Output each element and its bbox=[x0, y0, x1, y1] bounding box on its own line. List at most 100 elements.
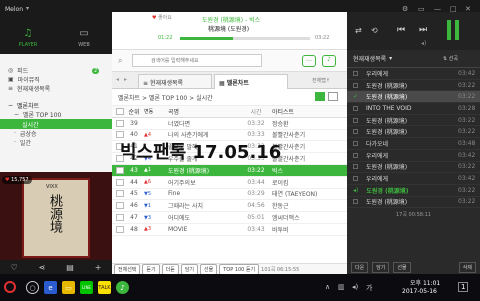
sidebar-item-rising[interactable]: · 급상승 bbox=[0, 129, 112, 138]
playlist-item[interactable]: ◂) 도원경 (桃源境) 03:22 bbox=[347, 185, 480, 197]
search-input[interactable] bbox=[132, 54, 262, 67]
sidebar-section-chart[interactable]: − 멜론차트 bbox=[0, 101, 112, 110]
row-title[interactable]: 어디에도 bbox=[168, 213, 240, 222]
row-artist[interactable]: 빅스 bbox=[272, 166, 320, 175]
column-header-time[interactable]: 시간 bbox=[240, 107, 272, 116]
column-header-artist[interactable]: 아티스트 bbox=[272, 107, 320, 116]
gift-button[interactable]: 선물 bbox=[200, 263, 218, 275]
line-icon[interactable]: LINE bbox=[80, 281, 93, 294]
row-artist[interactable]: 비투비 bbox=[272, 225, 320, 234]
music-search-icon[interactable]: ♪ bbox=[322, 55, 336, 67]
tab-web[interactable]: ▭ WEB bbox=[56, 22, 112, 54]
playlist-item[interactable]: 도원경 (桃源境) 03:22 bbox=[347, 115, 480, 127]
tab-melonchart[interactable]: ▦ 멜론차트 bbox=[214, 74, 288, 89]
gift-button[interactable]: 선물 bbox=[393, 261, 411, 273]
tray-chevron-icon[interactable]: ∧ bbox=[325, 283, 330, 291]
playlist-item[interactable]: 우리에게 03:42 bbox=[347, 173, 480, 185]
network-icon[interactable]: ▥ bbox=[338, 283, 345, 291]
playlist-item[interactable]: 도원경 (桃源境) 03:22 bbox=[347, 126, 480, 139]
lyrics-icon[interactable]: ▤ bbox=[66, 263, 74, 272]
row-title[interactable]: 그때라는 사치 bbox=[168, 201, 240, 210]
add-play-button[interactable]: 더듣 bbox=[161, 263, 179, 275]
list-view-icon[interactable] bbox=[315, 92, 325, 101]
search-icon[interactable]: ⌕ bbox=[118, 56, 122, 66]
select-all-button[interactable]: 전체선택 bbox=[114, 263, 141, 275]
chevron-down-icon[interactable]: ▾ bbox=[389, 55, 392, 62]
playlist-item[interactable]: 도원경 (桃源境) 03:22 bbox=[347, 80, 480, 92]
row-checkbox[interactable] bbox=[116, 178, 124, 186]
column-header-title[interactable]: 곡명 bbox=[168, 107, 240, 116]
table-row[interactable]: 45 ▼5 Fine 03:29 태연 (TAEYEON) bbox=[112, 189, 347, 201]
row-artist[interactable]: 정승환 bbox=[272, 119, 320, 128]
like-toggle[interactable]: ♥ 좋아요 bbox=[152, 14, 172, 21]
column-header-rank[interactable]: 순위 bbox=[124, 107, 144, 116]
heart-icon[interactable]: ♡ bbox=[10, 263, 17, 272]
pause-icon[interactable] bbox=[447, 20, 451, 40]
playlist-item[interactable]: INTO THE VOID 03:28 bbox=[347, 103, 480, 115]
notification-icon[interactable]: 1 bbox=[458, 282, 469, 292]
row-checkbox[interactable] bbox=[116, 225, 124, 233]
play-top100-button[interactable]: TOP 100 듣기 bbox=[219, 263, 260, 275]
tab-back-icon[interactable]: ◂ bbox=[116, 76, 119, 83]
row-artist[interactable]: 엠씨더맥스 bbox=[272, 213, 320, 222]
clock-date[interactable]: 2017-05-16 bbox=[402, 288, 437, 295]
delete-button[interactable]: 삭제 bbox=[458, 261, 476, 273]
sidebar-item-mymusic[interactable]: ▣ 마이뮤직 bbox=[0, 75, 112, 84]
repeat-icon[interactable]: ⟲ bbox=[371, 26, 378, 35]
ime-indicator[interactable]: 가 bbox=[366, 283, 372, 293]
next-icon[interactable]: ⏭ bbox=[419, 25, 427, 35]
table-row[interactable]: 46 ▼1 그때라는 사치 04:56 한동근 bbox=[112, 200, 347, 213]
playlist-title[interactable]: 현재재생목록 bbox=[353, 54, 386, 63]
tab-player[interactable]: ♫ PLAYER bbox=[0, 22, 56, 54]
playlist-item[interactable]: 다가오네 03:48 bbox=[347, 138, 480, 150]
row-checkbox[interactable] bbox=[116, 214, 124, 222]
row-artist[interactable]: 태연 (TAEYEON) bbox=[272, 189, 320, 198]
table-row[interactable]: 48 ▲3 MOVIE 03:43 비투비 bbox=[112, 224, 347, 236]
shuffle-icon[interactable]: ⇄ bbox=[355, 26, 362, 35]
melon-icon[interactable]: ♪ bbox=[116, 281, 129, 294]
play-button[interactable]: 듣기 bbox=[142, 263, 160, 275]
album-art[interactable]: VIXX 桃源境 ♥ 15,757 bbox=[0, 172, 112, 260]
all-tabs-button[interactable]: 전체탭↑ bbox=[312, 77, 330, 84]
table-row[interactable]: 44 ▲6 어기주의보 03:44 로이킴 bbox=[112, 177, 347, 189]
grid-view-icon[interactable] bbox=[328, 92, 338, 101]
select-all-checkbox[interactable] bbox=[116, 107, 124, 115]
like-count-badge[interactable]: ♥ 15,757 bbox=[2, 176, 32, 184]
edge-icon[interactable]: e bbox=[44, 281, 57, 294]
row-checkbox[interactable] bbox=[116, 119, 124, 127]
clock-time[interactable]: 오후 11:01 bbox=[410, 278, 440, 287]
row-checkbox[interactable] bbox=[116, 202, 124, 210]
speaker-icon[interactable]: ◂) bbox=[352, 283, 358, 291]
playlist-item[interactable]: 우리에게 03:42 bbox=[347, 68, 480, 80]
table-row[interactable]: 47 ▼3 어디에도 05:01 엠씨더맥스 bbox=[112, 212, 347, 224]
sidebar-item-nowplaying[interactable]: ≡ 현재재생목록 bbox=[0, 84, 112, 93]
tab-forward-icon[interactable]: ▸ bbox=[124, 76, 127, 83]
sidebar-item-top100[interactable]: − 멜론 TOP 100 bbox=[0, 110, 112, 119]
prev-icon[interactable]: ⏮ bbox=[397, 25, 405, 35]
playlist-item[interactable]: 도원경 (桃源境) 03:22 bbox=[347, 197, 480, 209]
start-icon[interactable] bbox=[4, 281, 16, 293]
chat-icon[interactable]: … bbox=[302, 55, 316, 67]
sidebar-item-feed[interactable]: ◎ 피드 2 bbox=[0, 66, 112, 75]
playlist-item[interactable]: 우리에게 03:42 bbox=[347, 150, 480, 162]
add-button[interactable]: 담기 bbox=[372, 261, 390, 273]
volume-icon[interactable]: ◂) bbox=[421, 40, 426, 47]
tab-nowplaying[interactable]: ≡ 현재재생목록 bbox=[138, 74, 212, 89]
sidebar-item-daily[interactable]: · 일간 bbox=[0, 138, 112, 147]
search-icon[interactable]: ○ bbox=[26, 281, 39, 294]
row-title[interactable]: MOVIE bbox=[168, 226, 240, 233]
folder-icon[interactable]: ▭ bbox=[62, 281, 75, 294]
row-artist[interactable]: 한동근 bbox=[272, 201, 320, 210]
row-title[interactable]: Fine bbox=[168, 190, 240, 197]
row-title[interactable]: 어기주의보 bbox=[168, 178, 240, 187]
playlist-item[interactable]: ✓ 도원경 (桃源境) 03:22 bbox=[347, 91, 480, 104]
share-icon[interactable]: ⋖ bbox=[39, 263, 46, 272]
table-row[interactable]: 43 ▲1 도원경 (桃源境) 03:22 빅스 bbox=[112, 164, 347, 177]
row-title[interactable]: 도원경 (桃源境) bbox=[168, 166, 240, 175]
row-artist[interactable]: 로이킴 bbox=[272, 178, 320, 187]
add-to-list-button[interactable]: 담기 bbox=[180, 263, 199, 275]
kakaotalk-icon[interactable]: TALK bbox=[98, 281, 111, 294]
download-button[interactable]: 다운 bbox=[351, 261, 369, 273]
row-checkbox[interactable] bbox=[116, 166, 124, 174]
add-icon[interactable]: + bbox=[95, 263, 102, 272]
